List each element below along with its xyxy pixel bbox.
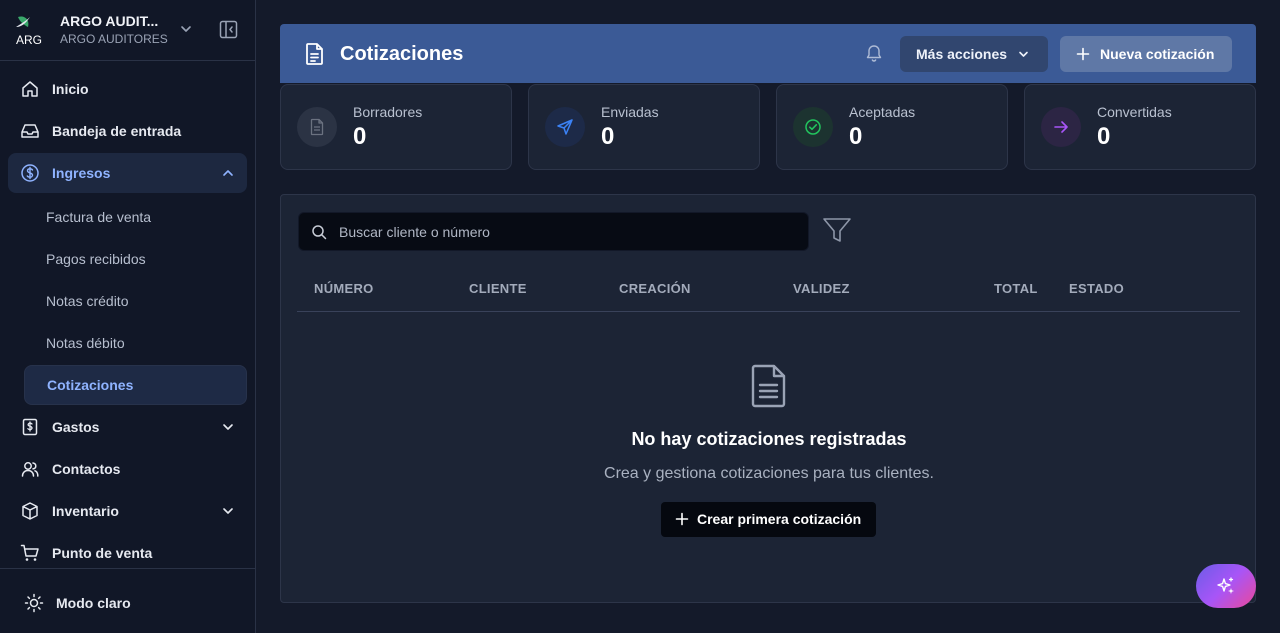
stat-icon-circle bbox=[1041, 107, 1081, 147]
home-icon bbox=[22, 81, 38, 97]
org-switcher[interactable]: ARG ARGO AUDIT... ARGO AUDITORES bbox=[0, 0, 255, 61]
sidebar-subitem-label: Notas crédito bbox=[46, 293, 129, 309]
stat-value: 0 bbox=[601, 123, 615, 150]
sidebar-collapse-icon[interactable] bbox=[219, 20, 238, 39]
stat-value: 0 bbox=[1097, 123, 1111, 150]
column-header-total[interactable]: TOTAL bbox=[994, 281, 1038, 296]
sidebar-subitem-sales-invoice[interactable]: Factura de venta bbox=[24, 197, 247, 237]
receipt-dollar-icon bbox=[22, 418, 38, 436]
empty-state-title: No hay cotizaciones registradas bbox=[631, 429, 907, 449]
stat-card-converted[interactable]: Convertidas 0 bbox=[1024, 84, 1256, 170]
sidebar: ARG ARGO AUDIT... ARGO AUDITORES Inicio … bbox=[0, 0, 256, 633]
sidebar-item-label: Contactos bbox=[52, 461, 121, 477]
sidebar-item-label: Inventario bbox=[52, 503, 119, 519]
stat-icon-circle bbox=[793, 107, 833, 147]
sidebar-item-label: Gastos bbox=[52, 419, 100, 435]
more-actions-button[interactable]: Más acciones bbox=[900, 36, 1048, 72]
sidebar-item-label: Punto de venta bbox=[52, 545, 153, 561]
send-icon bbox=[557, 119, 573, 135]
sidebar-subitem-label: Cotizaciones bbox=[47, 377, 134, 393]
chevron-down-icon bbox=[223, 424, 233, 430]
sidebar-subitem-label: Notas débito bbox=[46, 335, 125, 351]
users-icon bbox=[21, 462, 39, 477]
shopping-cart-icon bbox=[20, 544, 39, 561]
more-actions-label: Más acciones bbox=[916, 46, 1008, 62]
inbox-icon bbox=[21, 124, 39, 138]
document-icon bbox=[751, 364, 786, 408]
chevron-down-icon bbox=[223, 508, 233, 514]
stat-value: 0 bbox=[849, 123, 863, 150]
plus-icon bbox=[1076, 47, 1090, 61]
sidebar-subitem-label: Pagos recibidos bbox=[46, 251, 146, 267]
stat-card-accepted[interactable]: Aceptadas 0 bbox=[776, 84, 1008, 170]
column-header-client[interactable]: CLIENTE bbox=[469, 281, 527, 296]
new-quote-button[interactable]: Nueva cotización bbox=[1060, 36, 1232, 72]
sidebar-item-inbox[interactable]: Bandeja de entrada bbox=[8, 111, 247, 151]
sidebar-subitem-payments-received[interactable]: Pagos recibidos bbox=[24, 239, 247, 279]
new-quote-label: Nueva cotización bbox=[1100, 46, 1215, 62]
empty-state-subtitle: Crea y gestiona cotizaciones para tus cl… bbox=[604, 465, 934, 482]
sun-icon bbox=[24, 593, 44, 613]
create-first-quote-label: Crear primera cotización bbox=[697, 511, 862, 527]
page-header: Cotizaciones Más acciones Nueva cotizaci… bbox=[280, 24, 1256, 83]
sidebar-item-pos[interactable]: Punto de venta bbox=[8, 533, 247, 573]
sidebar-subitem-quotes[interactable]: Cotizaciones bbox=[24, 365, 247, 405]
sparkles-icon bbox=[1217, 577, 1234, 594]
org-logo: ARG bbox=[16, 16, 42, 47]
org-name: ARGO AUDIT... bbox=[60, 13, 159, 29]
org-logo-text: ARG bbox=[16, 33, 42, 47]
sidebar-subitem-credit-notes[interactable]: Notas crédito bbox=[24, 281, 247, 321]
box-icon bbox=[22, 502, 38, 520]
stat-card-drafts[interactable]: Borradores 0 bbox=[280, 84, 512, 170]
filter-icon[interactable] bbox=[822, 215, 852, 245]
sidebar-item-income[interactable]: Ingresos bbox=[8, 153, 247, 193]
quotes-panel: NÚMERO CLIENTE CREACIÓN VALIDEZ TOTAL ES… bbox=[280, 194, 1256, 603]
search-box[interactable] bbox=[298, 212, 809, 251]
column-header-status[interactable]: ESTADO bbox=[1069, 281, 1124, 296]
chevron-down-icon bbox=[1019, 51, 1028, 57]
plus-icon bbox=[675, 512, 689, 526]
check-circle-icon bbox=[805, 119, 821, 135]
ai-assistant-button[interactable] bbox=[1196, 564, 1256, 608]
arrow-right-icon bbox=[1054, 121, 1068, 133]
theme-toggle-label: Modo claro bbox=[56, 595, 131, 611]
table-header: NÚMERO CLIENTE CREACIÓN VALIDEZ TOTAL ES… bbox=[297, 270, 1240, 312]
dollar-circle-icon bbox=[21, 164, 39, 182]
bell-icon[interactable] bbox=[864, 43, 884, 63]
sidebar-item-expenses[interactable]: Gastos bbox=[8, 407, 247, 447]
stat-label: Aceptadas bbox=[849, 104, 916, 120]
sidebar-item-label: Inicio bbox=[52, 81, 89, 97]
chevron-down-icon bbox=[181, 26, 191, 32]
stat-icon-circle bbox=[545, 107, 585, 147]
sidebar-item-label: Bandeja de entrada bbox=[52, 123, 182, 139]
sidebar-item-home[interactable]: Inicio bbox=[8, 69, 247, 109]
column-header-number[interactable]: NÚMERO bbox=[314, 281, 374, 296]
org-subtitle: ARGO AUDITORES bbox=[60, 32, 168, 46]
stat-label: Enviadas bbox=[601, 104, 659, 120]
stat-value: 0 bbox=[353, 123, 367, 150]
chevron-up-icon bbox=[223, 170, 233, 176]
theme-toggle[interactable]: Modo claro bbox=[24, 591, 224, 613]
sidebar-subitem-debit-notes[interactable]: Notas débito bbox=[24, 323, 247, 363]
column-header-validity[interactable]: VALIDEZ bbox=[793, 281, 850, 296]
theme-bar: Modo claro bbox=[0, 568, 255, 633]
stat-label: Convertidas bbox=[1097, 104, 1172, 120]
stat-card-sent[interactable]: Enviadas 0 bbox=[528, 84, 760, 170]
sidebar-subitem-label: Factura de venta bbox=[46, 209, 152, 225]
sidebar-item-label: Ingresos bbox=[52, 165, 111, 181]
sidebar-item-contacts[interactable]: Contactos bbox=[8, 449, 247, 489]
create-first-quote-button[interactable]: Crear primera cotización bbox=[661, 502, 876, 537]
document-icon bbox=[306, 43, 323, 65]
search-icon bbox=[312, 225, 327, 240]
page-title: Cotizaciones bbox=[340, 43, 464, 65]
document-icon bbox=[310, 118, 324, 136]
stat-label: Borradores bbox=[353, 104, 423, 120]
sidebar-item-inventory[interactable]: Inventario bbox=[8, 491, 247, 531]
column-header-created[interactable]: CREACIÓN bbox=[619, 281, 691, 296]
stat-icon-circle bbox=[297, 107, 337, 147]
search-input[interactable] bbox=[339, 213, 799, 250]
